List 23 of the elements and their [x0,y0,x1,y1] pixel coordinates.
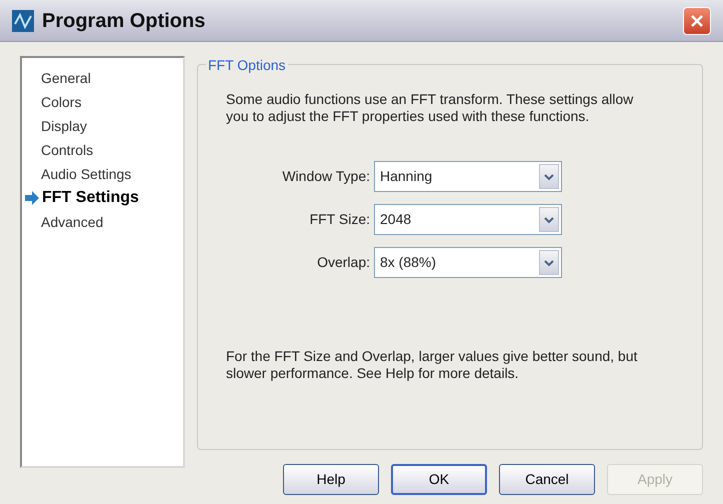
field-label: Window Type: [281,167,371,186]
category-item[interactable]: Display [22,114,183,138]
category-item[interactable]: FFT Settings [22,186,183,210]
category-item[interactable]: Colors [22,90,183,114]
field-label: Overlap: [316,253,371,272]
dropdown[interactable]: 8x (88%) [374,247,562,278]
intro-text: Some audio functions use an FFT transform. These settings allow you to adjust the FFT properties used with these functions. [226,91,634,125]
note-text: For the FFT Size and Overlap, larger values give better sound, but slower performance. See Help for more details. [226,348,638,382]
dropdown[interactable]: Hanning [374,161,562,192]
close-icon [689,12,705,28]
field-label: FFT Size: [308,210,371,229]
category-item[interactable]: General [22,66,183,90]
category-item[interactable]: Controls [22,138,183,162]
dialog-button[interactable]: OK [391,464,487,495]
dropdown[interactable]: 2048 [374,204,562,235]
arrow-icon [24,191,40,205]
close-button[interactable] [683,6,711,34]
category-item[interactable]: Audio Settings [22,162,183,186]
category-item[interactable]: Advanced [22,210,183,234]
dialog-button[interactable]: Help [283,464,379,495]
dialog-button[interactable]: Cancel [499,464,595,495]
waveform-icon [12,10,34,32]
window-title: Program Options [42,8,206,34]
